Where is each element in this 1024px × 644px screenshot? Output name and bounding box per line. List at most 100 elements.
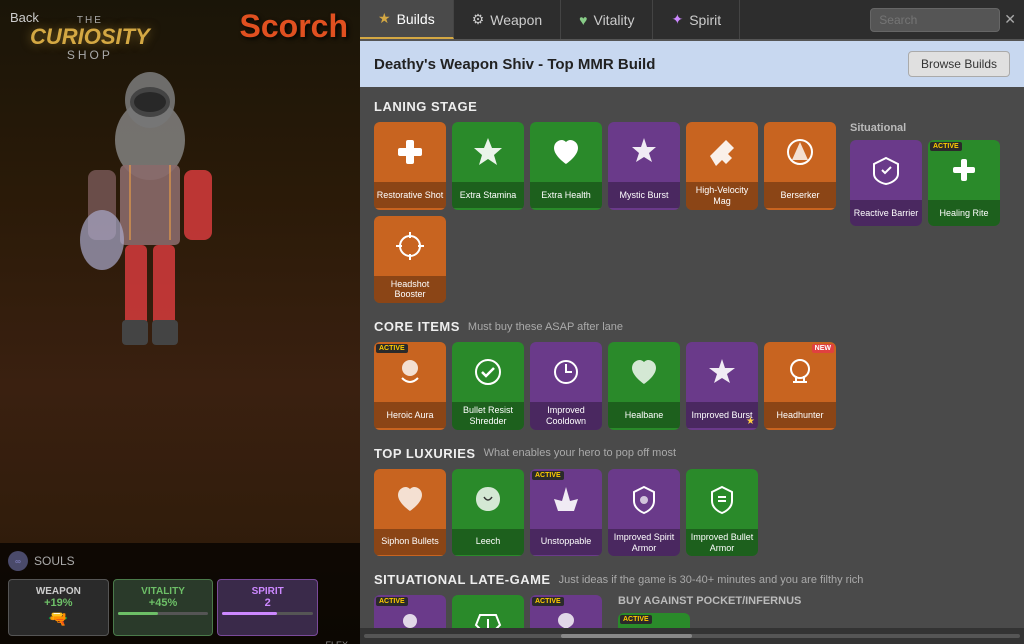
item-improved-bullet-armor[interactable]: Improved Bullet Armor — [686, 469, 758, 557]
build-header: Deathy's Weapon Shiv - Top MMR Build Bro… — [360, 41, 1024, 87]
item-name-label: Healing Rite — [928, 200, 1000, 226]
item-curse[interactable]: ACTIVE Curse — [374, 595, 446, 628]
item-healing-rite[interactable]: ACTIVE Healing Rite — [928, 140, 1000, 226]
flex-label: FLEX — [326, 640, 349, 644]
stat-boxes: WEAPON +19% 🔫 VITALITY +45% SPIRIT 2 FLE… — [8, 579, 352, 636]
bottom-scroll-bar — [360, 628, 1024, 644]
item-restorative-shot[interactable]: Restorative Shot — [374, 122, 446, 210]
situational-late-desc: Just ideas if the game is 30-40+ minutes… — [559, 574, 864, 586]
vitality-icon: ♥ — [579, 12, 587, 28]
item-inhibitor[interactable]: Inhibitor — [452, 595, 524, 628]
vitality-stat-box[interactable]: VITALITY +45% — [113, 579, 214, 636]
item-icon — [850, 140, 922, 200]
tab-builds[interactable]: ★ Builds — [360, 0, 454, 39]
top-luxuries-title: TOP LUXURIES — [374, 446, 476, 461]
item-name-label: Unstoppable — [530, 529, 602, 555]
item-name-label: Heroic Aura — [374, 402, 446, 428]
shop-logo: THE CURIOSITY SHOP — [30, 15, 150, 62]
item-name-label: Headshot Booster — [374, 276, 446, 304]
item-icon — [764, 342, 836, 402]
core-items-desc: Must buy these ASAP after lane — [468, 321, 623, 333]
item-improved-spirit-armor[interactable]: Improved Spirit Armor — [608, 469, 680, 557]
item-icon — [452, 469, 524, 529]
item-siphon-bullets[interactable]: Siphon Bullets — [374, 469, 446, 557]
item-headshot-booster[interactable]: Headshot Booster — [374, 216, 446, 304]
situational-late-title: Situational late-game — [374, 572, 551, 587]
souls-label: SOULS — [34, 554, 75, 568]
item-icon — [374, 595, 446, 628]
item-icon — [452, 342, 524, 402]
item-name-label: Improved Cooldown — [530, 402, 602, 430]
item-name-label: Leech — [452, 529, 524, 555]
item-extra-stamina[interactable]: Extra Stamina — [452, 122, 524, 210]
tab-weapon[interactable]: ⚙ Weapon — [454, 0, 561, 39]
item-improved-burst[interactable]: ★ Improved Burst — [686, 342, 758, 430]
situational-items-row: Reactive Barrier ACTIVE Healing Rite — [850, 140, 1010, 226]
tab-vitality[interactable]: ♥ Vitality — [561, 0, 653, 39]
item-icon — [928, 140, 1000, 200]
item-icon — [686, 122, 758, 182]
laning-title: Laning stage — [374, 99, 477, 114]
search-clear-button[interactable]: ✕ — [1004, 11, 1016, 28]
weapon-stat-box[interactable]: WEAPON +19% 🔫 — [8, 579, 109, 636]
build-title: Deathy's Weapon Shiv - Top MMR Build — [374, 56, 655, 73]
left-panel: Back THE CURIOSITY SHOP Scorch — [0, 0, 360, 644]
buy-against-side: BUY AGAINST POCKET/INFERNUS ACTIVE Debuf… — [618, 595, 801, 628]
spirit-stat-box[interactable]: SPIRIT 2 — [217, 579, 318, 636]
item-icon — [686, 469, 758, 529]
item-name-label: Extra Stamina — [452, 182, 524, 208]
item-icon — [530, 122, 602, 182]
souls-icon: ∞ — [8, 551, 28, 571]
item-name-label: Headhunter — [764, 402, 836, 428]
laning-section: Laning stage Restorative Shot — [374, 99, 1010, 303]
item-icon — [452, 595, 524, 628]
top-luxuries-section: TOP LUXURIES What enables your hero to p… — [374, 446, 1010, 557]
item-unstoppable[interactable]: ACTIVE Unstoppable — [530, 469, 602, 557]
item-mystic-burst[interactable]: Mystic Burst — [608, 122, 680, 210]
spirit-stat-value: 2 — [222, 597, 313, 609]
buy-against-title: BUY AGAINST POCKET/INFERNUS — [618, 595, 801, 607]
top-luxuries-desc: What enables your hero to pop off most — [484, 447, 676, 459]
item-healbane[interactable]: Healbane — [608, 342, 680, 430]
tabs-row: ★ Builds ⚙ Weapon ♥ Vitality ✦ Spirit ✕ — [360, 0, 1024, 41]
builds-icon: ★ — [378, 10, 391, 27]
item-vampiric-burst[interactable]: ACTIVE Vampiric Burst — [530, 595, 602, 628]
item-name-label: Siphon Bullets — [374, 529, 446, 555]
laning-main: Restorative Shot Extra Stamina — [374, 122, 838, 303]
search-box: ✕ — [862, 0, 1024, 39]
item-reactive-barrier[interactable]: Reactive Barrier — [850, 140, 922, 226]
item-icon — [764, 122, 836, 182]
shop-shop-label: SHOP — [30, 48, 150, 62]
situational-side: Situational Reactive Barrier ACTIVE — [850, 122, 1010, 303]
scroll-thumb[interactable] — [561, 634, 692, 638]
top-luxuries-items-row: Siphon Bullets Leech ACTIVE Unstoppable — [374, 469, 1010, 557]
tab-spirit-label: Spirit — [689, 12, 721, 28]
item-headhunter[interactable]: NEW Headhunter — [764, 342, 836, 430]
tab-weapon-label: Weapon — [490, 12, 542, 28]
weapon-stat-name: WEAPON — [13, 586, 104, 597]
vitality-stat-name: VITALITY — [118, 586, 209, 597]
item-berserker[interactable]: Berserker — [764, 122, 836, 210]
item-improved-cooldown[interactable]: Improved Cooldown — [530, 342, 602, 430]
item-name-label: Bullet Resist Shredder — [452, 402, 524, 430]
core-items-section: CORE ITEMS Must buy these ASAP after lan… — [374, 319, 1010, 430]
item-heroic-aura[interactable]: ACTIVE Heroic Aura — [374, 342, 446, 430]
content-area: Laning stage Restorative Shot — [360, 87, 1024, 628]
scroll-track[interactable] — [364, 634, 1020, 638]
item-leech[interactable]: Leech — [452, 469, 524, 557]
item-name-label: Mystic Burst — [608, 182, 680, 208]
tab-spirit[interactable]: ✦ Spirit — [653, 0, 740, 39]
item-name-label: Berserker — [764, 182, 836, 208]
item-name-label: Restorative Shot — [374, 182, 446, 208]
item-bullet-resist-shredder[interactable]: Bullet Resist Shredder — [452, 342, 524, 430]
item-icon — [530, 595, 602, 628]
core-items-row: ACTIVE Heroic Aura Bullet Resist Shredde… — [374, 342, 1010, 430]
browse-builds-button[interactable]: Browse Builds — [908, 51, 1010, 77]
item-debuff-remover[interactable]: ACTIVE Debuff Remover — [618, 613, 690, 628]
buy-against-items-row: ACTIVE Debuff Remover — [618, 613, 801, 628]
search-input[interactable] — [870, 8, 1000, 32]
item-name-label: Reactive Barrier — [850, 200, 922, 226]
spirit-stat-name: SPIRIT — [222, 586, 313, 597]
item-extra-health[interactable]: Extra Health — [530, 122, 602, 210]
item-high-velocity-mag[interactable]: High-Velocity Mag — [686, 122, 758, 210]
